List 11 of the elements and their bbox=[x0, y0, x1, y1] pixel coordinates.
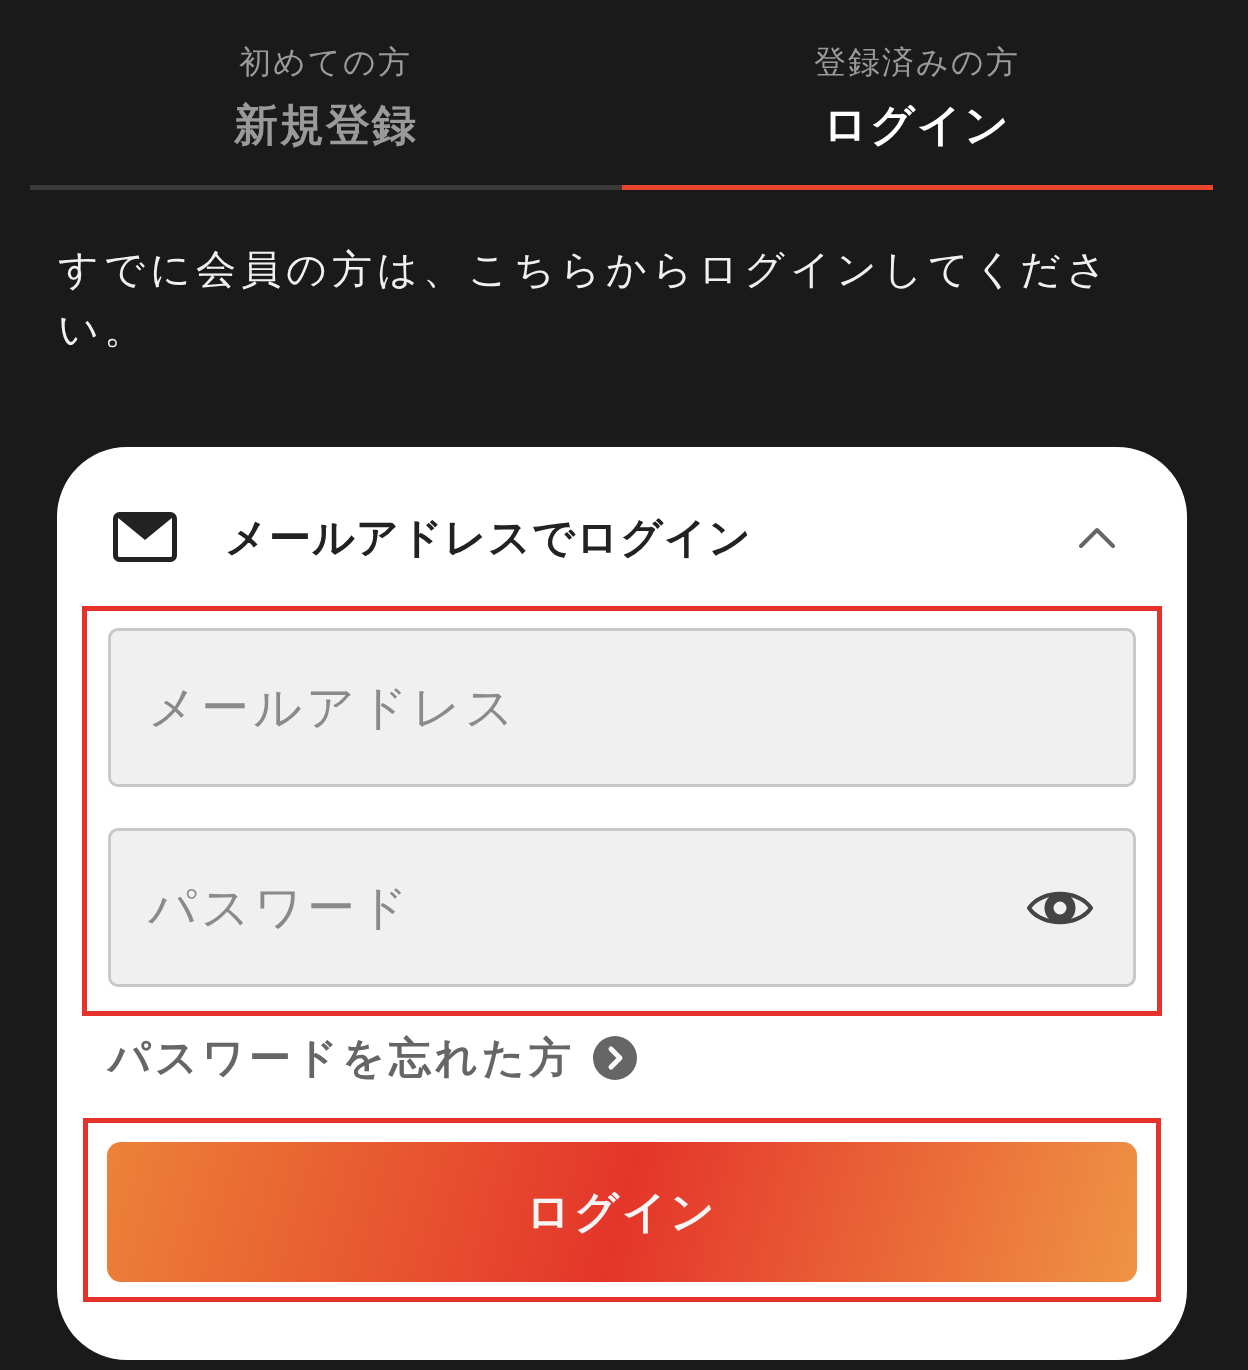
chevron-up-icon[interactable] bbox=[1079, 526, 1115, 548]
tab[interactable]: 初めての方 新規登録 bbox=[30, 0, 622, 190]
password-field[interactable]: パスワード bbox=[108, 828, 1136, 987]
email-field[interactable]: メールアドレス bbox=[108, 628, 1136, 787]
mail-icon bbox=[113, 512, 177, 562]
tab[interactable]: 登録済みの方 ログイン bbox=[621, 0, 1213, 190]
section-title: メールアドレスでログイン bbox=[225, 512, 752, 563]
chevron-right-circle-icon[interactable] bbox=[593, 1036, 637, 1080]
intro-text: すでに会員の方は、こちらからログインしてください。 bbox=[58, 246, 1113, 353]
forgot-password-link[interactable]: パスワードを忘れた方 bbox=[108, 1036, 637, 1080]
login-button[interactable]: ログイン bbox=[107, 1142, 1137, 1282]
